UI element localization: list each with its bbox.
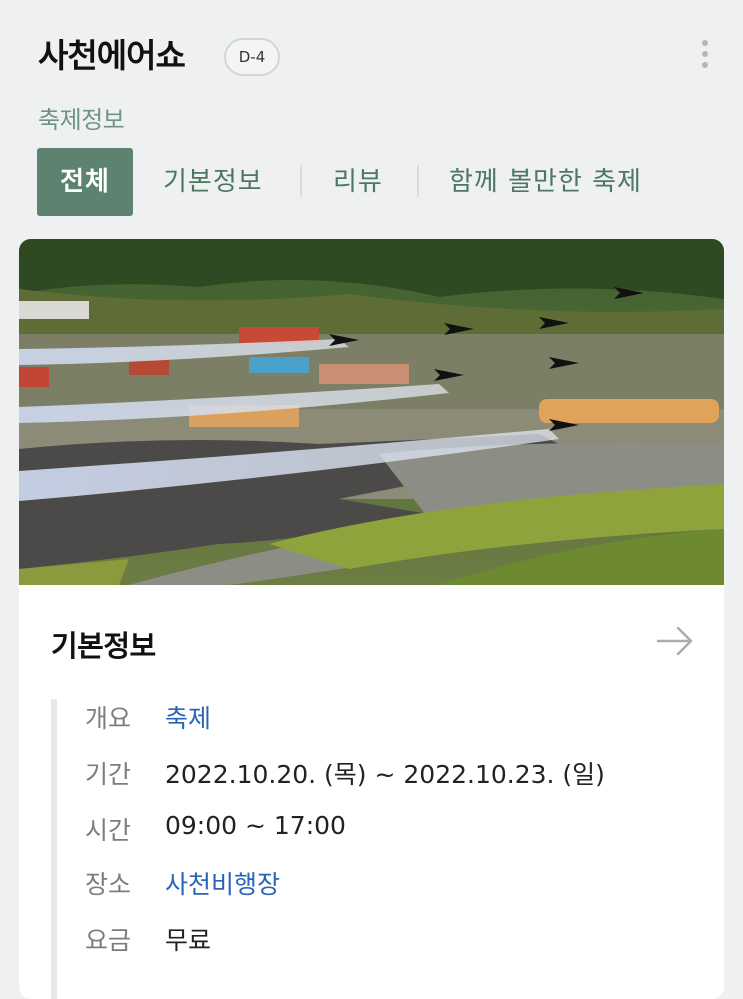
tab-basic-info[interactable]: 기본정보 — [163, 148, 263, 216]
header: 사천에어쇼 D-4 — [38, 34, 743, 84]
info-value-link[interactable]: 사천비행장 — [165, 865, 280, 901]
festival-card: 기본정보 개요 축제 기간 2022.10.20. (목) ~ 2022.10.… — [19, 239, 724, 999]
info-value-link[interactable]: 축제 — [165, 699, 211, 735]
tab-divider — [300, 165, 302, 197]
section-title: 기본정보 — [51, 629, 156, 663]
tab-all[interactable]: 전체 — [37, 148, 133, 216]
info-label: 시간 — [85, 816, 132, 845]
tab-divider — [417, 165, 419, 197]
more-vertical-icon[interactable] — [701, 40, 709, 72]
tab-reviews[interactable]: 리뷰 — [333, 148, 383, 216]
dday-badge: D-4 — [224, 38, 280, 76]
info-label: 기간 — [85, 760, 132, 789]
tab-related-festivals[interactable]: 함께 볼만한 축제 — [449, 148, 642, 216]
info-value: 09:00 ~ 17:00 — [165, 811, 346, 840]
info-label: 개요 — [85, 704, 132, 733]
subtitle: 축제정보 — [38, 106, 125, 134]
info-value: 무료 — [165, 926, 212, 955]
arrow-right-icon[interactable] — [656, 625, 694, 657]
info-label: 장소 — [85, 870, 132, 899]
info-value: 2022.10.20. (목) ~ 2022.10.23. (일) — [165, 760, 605, 789]
festival-photo — [19, 239, 724, 585]
page-title: 사천에어쇼 — [38, 36, 186, 75]
tab-bar: 전체 기본정보 리뷰 함께 볼만한 축제 — [37, 148, 743, 216]
info-label: 요금 — [85, 926, 132, 955]
basic-info-list: 개요 축제 기간 2022.10.20. (목) ~ 2022.10.23. (… — [51, 699, 677, 999]
